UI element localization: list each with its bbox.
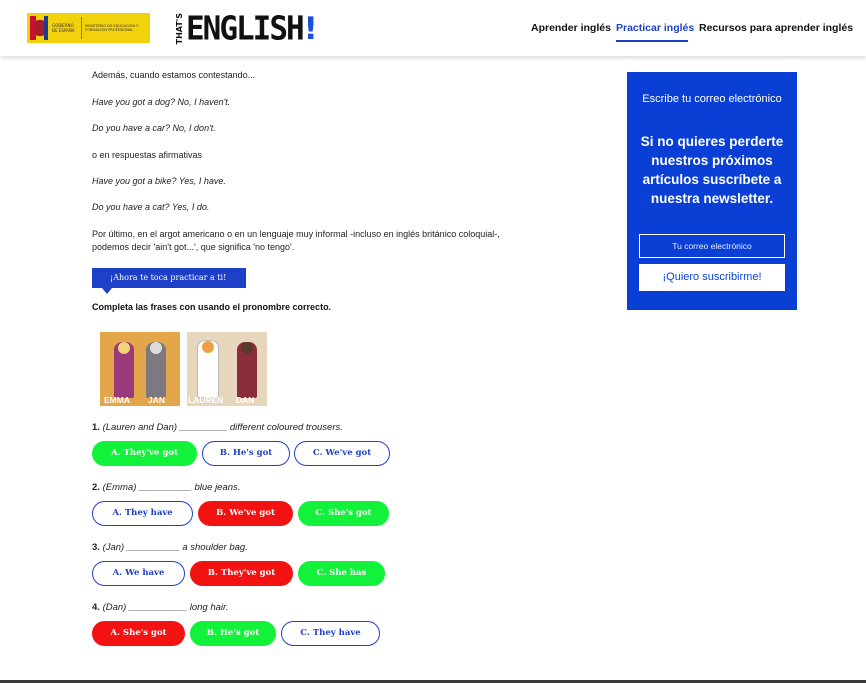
question-number: 1. [92,422,100,433]
nav-recursos-aprender-ingles[interactable]: Recursos para aprender inglés [699,22,853,34]
q3-option-c[interactable]: C. She has [298,561,385,586]
label-emma: EMMA [104,395,130,405]
question-number: 4. [92,602,100,613]
exercise-instruction: Completa las frases con usando el pronom… [92,302,332,312]
q2-option-c[interactable]: C. She's got [298,501,389,526]
illustration-panel-lauren-dan: LAUREN DAN [187,332,267,406]
paragraph: Además, cuando estamos contestando... [92,70,256,80]
q4-option-c[interactable]: C. They have [281,621,380,646]
question-text: (Jan) __________ a shoulder bag. [102,542,248,553]
practice-tag: ¡Ahora te toca practicar a ti! [92,268,246,294]
question-3: 3. (Jan) __________ a shoulder bag. [92,542,248,553]
newsletter-box: Escribe tu correo electrónico Si no quie… [627,72,797,310]
question-2: 2. (Emma) __________ blue jeans. [92,482,240,493]
newsletter-email-input[interactable] [639,234,785,258]
label-lauren: LAUREN [188,395,224,405]
nav-aprender-ingles[interactable]: Aprender inglés [531,22,611,34]
brand-name: ENGLISH [186,10,305,48]
newsletter-subtitle: Escribe tu correo electrónico [642,93,782,105]
paragraph: podemos decir 'ain't got...', que signif… [92,242,295,252]
q1-option-c[interactable]: C. We've got [294,441,390,466]
question-text: (Emma) __________ blue jeans. [102,482,241,493]
illustration-panel-emma-jan: EMMA JAN [100,332,180,406]
government-logo[interactable]: GOBIERNO DE ESPAÑA MINISTERIO DE EDUCACI… [27,13,150,43]
brand-prefix: THAT'S [175,13,184,45]
example-sentence: Have you got a bike? Yes, I have. [92,176,226,186]
brand-exclamation: ! [303,11,318,47]
paragraph: Por último, en el argot americano o en u… [92,229,500,239]
question-4: 4. (Dan) ___________ long hair. [92,602,228,613]
coat-of-arms-icon [30,16,48,40]
site-header: GOBIERNO DE ESPAÑA MINISTERIO DE EDUCACI… [0,0,866,56]
characters-illustration: EMMA JAN LAUREN DAN [100,332,267,406]
q4-option-b[interactable]: B. He's got [190,621,276,646]
thats-english-logo[interactable]: THAT'S ENGLISH ! [175,10,318,48]
q1-option-a[interactable]: A. They've got [92,441,197,466]
q4-option-a[interactable]: A. She's got [92,621,185,646]
question-number: 3. [92,542,100,553]
q2-option-a[interactable]: A. They have [92,501,193,526]
question-number: 2. [92,482,100,493]
label-jan: JAN [148,395,166,405]
q3-option-b[interactable]: B. They've got [190,561,293,586]
question-text: (Dan) ___________ long hair. [102,602,229,613]
nav-practicar-ingles[interactable]: Practicar inglés [616,22,694,42]
government-logo-text: GOBIERNO DE ESPAÑA [52,23,75,33]
example-sentence: Do you have a car? No, I don't. [92,123,216,133]
question-1: 1. (Lauren and Dan) _________ different … [92,422,343,433]
newsletter-subscribe-button[interactable]: ¡Quiero suscribirme! [639,264,785,291]
example-sentence: Do you have a cat? Yes, I do. [92,202,210,212]
character-lauren [197,340,219,398]
character-jan [146,342,166,398]
newsletter-headline: Si no quieres perderte nuestros próximos… [640,134,784,206]
label-dan: DAN [236,395,255,405]
q3-option-a[interactable]: A. We have [92,561,185,586]
q2-option-b[interactable]: B. We've got [198,501,293,526]
ministry-logo-text: MINISTERIO DE EDUCACIÓN Y FORMACIÓN PROF… [85,23,139,32]
example-sentence: Have you got a dog? No, I haven't. [92,97,231,107]
character-emma [114,342,134,398]
q1-option-b[interactable]: B. He's got [202,441,290,466]
question-text: (Lauren and Dan) _________ different col… [102,422,343,433]
character-dan [237,342,257,398]
logo-divider [81,17,82,39]
paragraph: o en respuestas afirmativas [92,150,203,160]
